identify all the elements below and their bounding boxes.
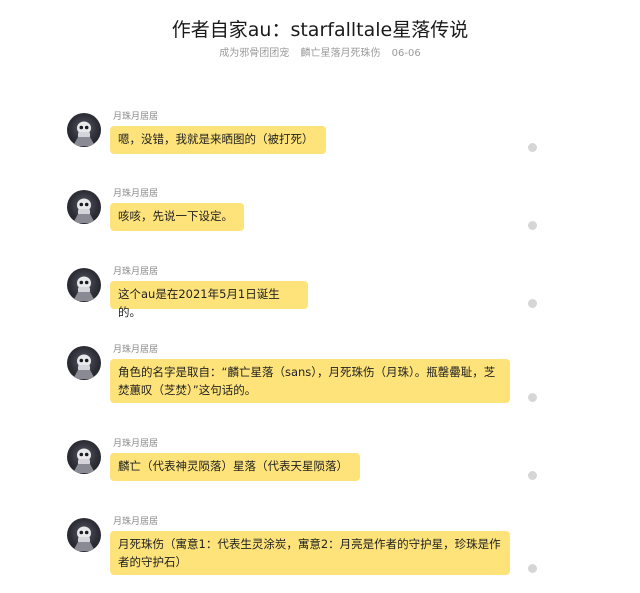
status-dot xyxy=(528,221,537,230)
message-bubble: 角色的名字是取自：“麟亡星落（sans），月死珠伤（月珠）。瓶罄罍耻，芝焚蕙叹（… xyxy=(110,359,510,403)
skull-avatar-icon xyxy=(73,526,95,551)
status-dot xyxy=(528,299,537,308)
username[interactable]: 月珠月居居 xyxy=(113,188,158,200)
username[interactable]: 月珠月居居 xyxy=(113,266,158,278)
avatar[interactable] xyxy=(67,113,101,147)
avatar[interactable] xyxy=(67,440,101,474)
avatar[interactable] xyxy=(67,190,101,224)
username[interactable]: 月珠月居居 xyxy=(113,111,158,123)
message-bubble: 麟亡（代表神灵陨落）星落（代表天星陨落） xyxy=(110,453,360,481)
status-dot xyxy=(528,471,537,480)
avatar[interactable] xyxy=(67,268,101,302)
skull-avatar-icon xyxy=(73,448,95,473)
post-meta: 成为邪骨团团宠 麟亡星落月死珠伤 06-06 xyxy=(0,47,640,61)
post-title: 作者自家au：starfalltale星落传说 xyxy=(171,19,469,41)
message-bubble: 嗯，没错，我就是来晒图的（被打死） xyxy=(110,126,326,154)
status-dot xyxy=(528,143,537,152)
message-bubble: 这个au是在2021年5月1日诞生的。 xyxy=(110,281,308,319)
skull-avatar-icon xyxy=(73,121,95,146)
skull-avatar-icon xyxy=(73,198,95,223)
status-dot xyxy=(528,393,537,402)
status-dot xyxy=(528,564,537,573)
avatar[interactable] xyxy=(67,518,101,552)
username[interactable]: 月珠月居居 xyxy=(113,344,158,356)
circle-link[interactable]: 成为邪骨团团宠 xyxy=(219,48,289,59)
message-bubble: 咳咳，先说一下设定。 xyxy=(110,203,244,231)
skull-avatar-icon xyxy=(73,276,95,301)
skull-avatar-icon xyxy=(73,354,95,379)
avatar[interactable] xyxy=(67,346,101,380)
username[interactable]: 月珠月居居 xyxy=(113,516,158,528)
author-link[interactable]: 麟亡星落月死珠伤 xyxy=(300,48,380,59)
message-bubble: 月死珠伤（寓意1：代表生灵涂炭，寓意2：月亮是作者的守护星，珍珠是作者的守护石） xyxy=(110,531,510,575)
post-date: 06-06 xyxy=(391,48,421,59)
username[interactable]: 月珠月居居 xyxy=(113,438,158,450)
